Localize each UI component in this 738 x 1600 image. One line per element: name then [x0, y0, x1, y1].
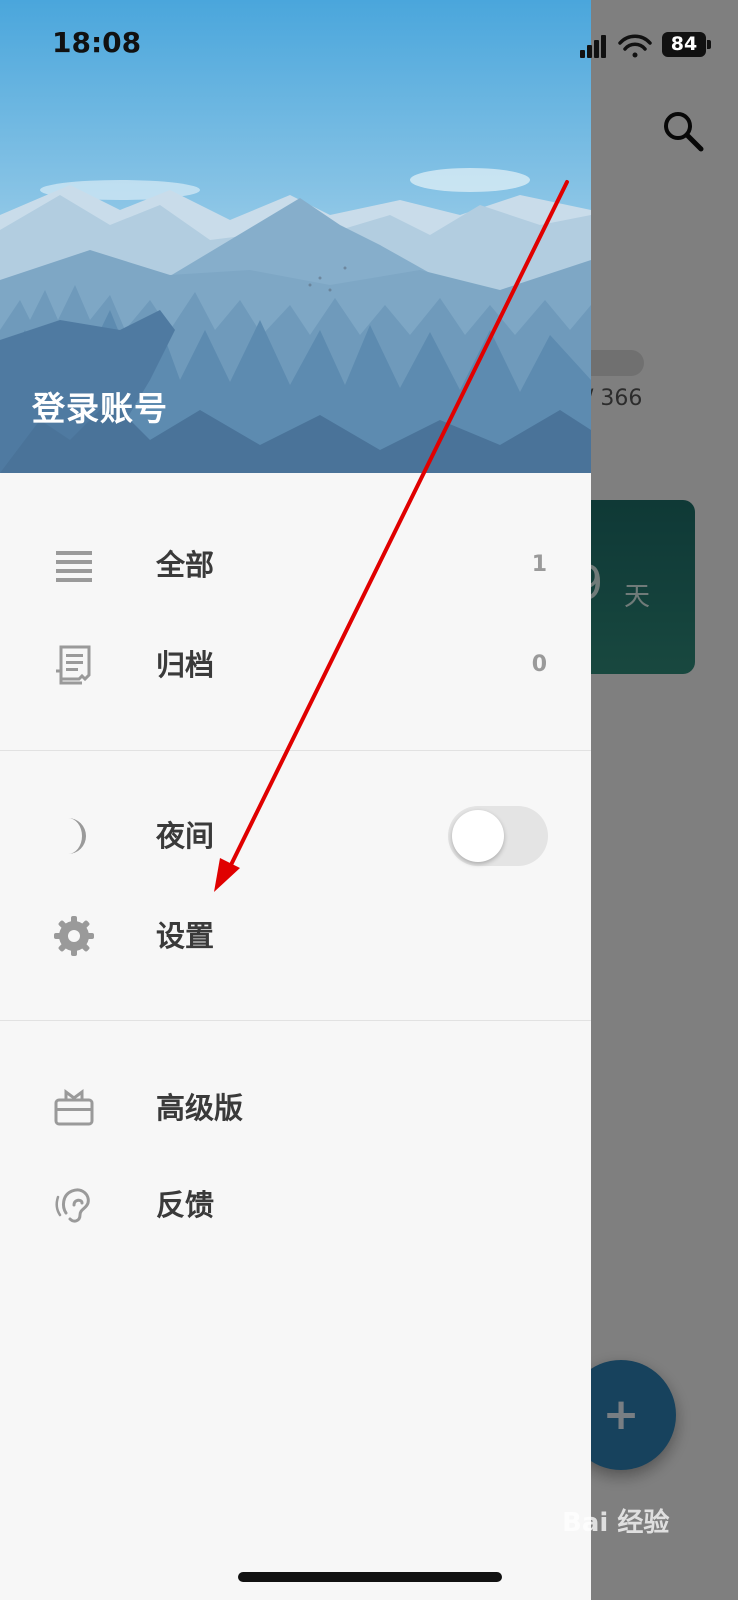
watermark: Bai 经验 [562, 1508, 670, 1538]
home-indicator[interactable] [238, 1572, 502, 1582]
screen: / 366 9 天 + [0, 0, 738, 1600]
annotation-arrow [214, 180, 569, 892]
